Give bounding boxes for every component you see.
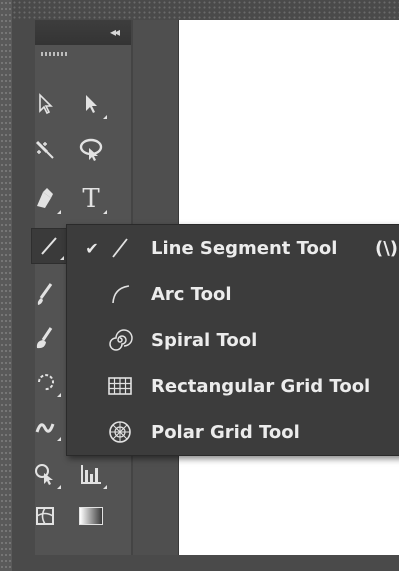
direct-selection-tool[interactable] bbox=[27, 86, 63, 122]
line-icon bbox=[41, 237, 57, 255]
magic-wand-tool[interactable] bbox=[27, 132, 63, 168]
line-segment-icon bbox=[105, 233, 135, 263]
type-tool[interactable]: T bbox=[73, 181, 109, 217]
line-segment-tool[interactable] bbox=[31, 228, 67, 264]
panel-grip[interactable] bbox=[41, 52, 69, 56]
submenu-indicator-icon bbox=[57, 437, 61, 441]
shape-builder-icon bbox=[35, 464, 53, 485]
spiral-icon bbox=[105, 325, 135, 355]
dock-edge bbox=[0, 0, 12, 571]
rotate-icon bbox=[38, 374, 54, 391]
submenu-indicator-icon bbox=[57, 393, 61, 397]
lasso-icon bbox=[79, 138, 103, 161]
gradient-tool[interactable] bbox=[73, 498, 109, 534]
menu-item-shortcut: (\) bbox=[375, 237, 399, 259]
rectangular-grid-icon bbox=[105, 371, 135, 401]
pen-icon bbox=[37, 188, 53, 208]
panel-header[interactable]: ◂◂ bbox=[35, 20, 131, 45]
magic-wand-icon bbox=[35, 140, 54, 159]
line-tools-flyout-menu: ✔ Line Segment Tool (\) Arc Tool Spiral … bbox=[66, 224, 399, 456]
arrow-icon bbox=[86, 95, 97, 113]
menu-item-label: Rectangular Grid Tool bbox=[151, 375, 371, 397]
column-graph-tool[interactable] bbox=[73, 456, 109, 492]
submenu-indicator-icon bbox=[60, 256, 64, 260]
brush-icon bbox=[37, 283, 53, 305]
blob-brush-icon bbox=[36, 327, 53, 349]
top-strip bbox=[12, 0, 399, 20]
collapse-panel-icon[interactable]: ◂◂ bbox=[103, 24, 125, 40]
submenu-indicator-icon bbox=[103, 485, 107, 489]
gradient-icon bbox=[79, 507, 103, 525]
graph-icon bbox=[81, 465, 101, 484]
submenu-indicator-icon bbox=[103, 115, 107, 119]
menu-item-label: Line Segment Tool bbox=[151, 237, 338, 259]
hollow-arrow-icon bbox=[39, 93, 53, 115]
width-icon bbox=[35, 423, 55, 433]
mesh-tool[interactable] bbox=[27, 498, 63, 534]
arc-icon bbox=[105, 279, 135, 309]
checkmark-icon: ✔ bbox=[85, 238, 99, 258]
submenu-indicator-icon bbox=[57, 210, 61, 214]
submenu-indicator-icon bbox=[103, 210, 107, 214]
menu-item-rectangular-grid-tool[interactable]: Rectangular Grid Tool bbox=[67, 363, 399, 409]
bottom-strip bbox=[12, 555, 399, 571]
shape-builder-tool[interactable] bbox=[27, 456, 63, 492]
width-tool[interactable] bbox=[27, 408, 63, 444]
submenu-indicator-icon bbox=[57, 485, 61, 489]
menu-item-label: Polar Grid Tool bbox=[151, 421, 300, 443]
menu-item-spiral-tool[interactable]: Spiral Tool bbox=[67, 317, 399, 363]
menu-item-label: Arc Tool bbox=[151, 283, 232, 305]
rotate-tool[interactable] bbox=[27, 364, 63, 400]
menu-item-arc-tool[interactable]: Arc Tool bbox=[67, 271, 399, 317]
polar-grid-icon bbox=[105, 417, 135, 447]
paintbrush-tool[interactable] bbox=[27, 276, 63, 312]
mesh-icon bbox=[36, 507, 54, 525]
menu-item-line-segment-tool[interactable]: ✔ Line Segment Tool (\) bbox=[67, 225, 399, 271]
pen-tool[interactable] bbox=[27, 181, 63, 217]
type-icon: T bbox=[82, 184, 100, 214]
lasso-tool[interactable] bbox=[73, 132, 109, 168]
selection-tool[interactable] bbox=[73, 86, 109, 122]
menu-item-polar-grid-tool[interactable]: Polar Grid Tool bbox=[67, 409, 399, 455]
menu-item-label: Spiral Tool bbox=[151, 329, 258, 351]
blob-brush-tool[interactable] bbox=[27, 320, 63, 356]
